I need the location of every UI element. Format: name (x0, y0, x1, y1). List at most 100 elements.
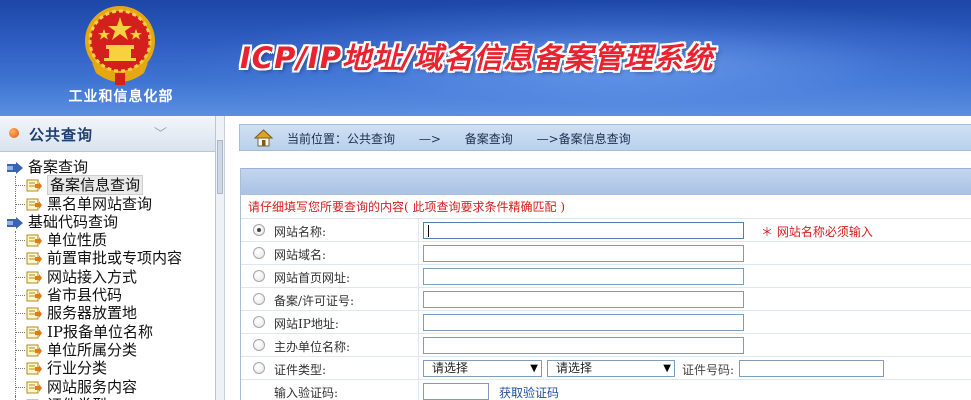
query-field-radio[interactable] (253, 339, 265, 351)
query-field-row: 网站名称: ＊ 网站名称必须输入 (241, 219, 971, 242)
tree-item-label: 网站服务内容 (47, 377, 138, 396)
document-arrow-icon (26, 179, 42, 192)
query-field-input[interactable] (423, 337, 744, 354)
tree-item-label: 备案查询 (28, 158, 89, 176)
breadcrumb-separator: —> (418, 132, 441, 146)
query-form: 网站名称: ＊ 网站名称必须输入 网站域名: 网站首页网址: 备案/许可证号: 网站IP地… (241, 219, 971, 357)
tree-item-label: 基础代码查询 (28, 212, 119, 231)
radio-cert-type[interactable] (253, 362, 265, 374)
tree-item-label: IP报备单位名称 (47, 322, 154, 341)
tree-line (15, 331, 25, 333)
query-field-radio[interactable] (253, 224, 265, 236)
tree-line (15, 386, 25, 388)
captcha-label-cell: 输入验证码: (241, 380, 419, 400)
panel-title-bar (241, 168, 971, 195)
tree-item-label: 服务器放置地 (47, 304, 138, 323)
document-arrow-icon (26, 326, 42, 339)
query-field-row: 网站域名: (241, 242, 971, 265)
tree-item[interactable]: 网站接入方式 (0, 267, 216, 286)
tree-item[interactable]: 黑名单网站查询 (0, 194, 216, 213)
cert-type-label-cell: 证件类型: (241, 357, 419, 380)
query-field-radio[interactable] (253, 247, 265, 259)
breadcrumb-prefix: 当前位置：公共查询 (287, 132, 396, 146)
query-field-radio[interactable] (253, 293, 265, 305)
query-notice: 请仔细填写您所要查询的内容( 此项查询要求条件精确匹配 ) (241, 195, 971, 219)
tree-item[interactable]: 证件类型 (0, 395, 216, 400)
tree-item-label: 证件类型 (47, 396, 107, 400)
cert-category-value: 请选择 (432, 361, 469, 375)
get-captcha-link[interactable]: 获取验证码 (499, 384, 559, 400)
tree-item[interactable]: 行业分类 (0, 359, 216, 378)
query-field-radio[interactable] (253, 270, 265, 282)
document-arrow-icon (26, 234, 42, 247)
cert-number-input[interactable] (739, 360, 884, 377)
tree-line (15, 313, 25, 315)
document-arrow-icon (26, 271, 42, 284)
query-field-radio[interactable] (253, 316, 265, 328)
text-cursor (428, 225, 429, 237)
tree-line (15, 185, 25, 187)
cert-type-row: 证件类型: 请选择 ▼ 请选择 ▼ 证件号码: (241, 357, 971, 380)
field-label-cell: 网站域名: (241, 242, 419, 265)
tree-line (15, 276, 25, 278)
tree-group[interactable]: 基础代码查询 (0, 213, 216, 231)
query-field-input[interactable] (423, 291, 744, 308)
tree-item[interactable]: IP报备单位名称 (0, 322, 216, 341)
home-icon[interactable] (254, 129, 273, 147)
query-panel: 请仔细填写您所要查询的内容( 此项查询要求条件精确匹配 ) 网站名称: ＊ 网站名… (240, 168, 971, 400)
splitter-grip-handle[interactable] (217, 140, 223, 194)
tree-item[interactable]: 单位所属分类 (0, 340, 216, 359)
tree-line (15, 295, 25, 297)
sidebar-splitter[interactable] (216, 116, 225, 400)
tree-item[interactable]: 网站服务内容 (0, 377, 216, 396)
query-field-input[interactable] (423, 268, 744, 285)
document-arrow-icon (26, 307, 42, 320)
field-label-cell: 备案/许可证号: (241, 288, 419, 311)
breadcrumb-item-current: —>备案信息查询 (536, 132, 631, 146)
tree-line (15, 395, 25, 400)
field-required-hint: ＊ 网站名称必须输入 (761, 225, 873, 239)
tree-item[interactable]: 备案信息查询 (0, 175, 216, 196)
tree-item-label: 省市县代码 (47, 286, 123, 305)
query-field-row: 网站首页网址: (241, 265, 971, 288)
tree-item-label: 黑名单网站查询 (47, 194, 153, 213)
tree-item-label: 前置审批或专项内容 (47, 249, 183, 268)
cert-number-label: 证件号码: (682, 363, 735, 377)
document-arrow-icon (26, 381, 42, 394)
captcha-input[interactable] (423, 383, 489, 400)
national-emblem-icon (85, 6, 155, 85)
document-arrow-icon (26, 362, 42, 375)
tree-group[interactable]: 备案查询 (0, 158, 216, 176)
field-label: 网站IP地址: (274, 317, 339, 331)
tree-item-label: 网站接入方式 (47, 267, 138, 286)
tree-item[interactable]: 服务器放置地 (0, 304, 216, 323)
folder-arrow-icon (7, 162, 23, 174)
document-arrow-icon (26, 252, 42, 265)
tree-item[interactable]: 单位性质 (0, 231, 216, 250)
tree-item-label: 行业分类 (47, 359, 108, 378)
tree-line (15, 240, 25, 242)
query-field-input[interactable] (423, 314, 744, 331)
collapse-chevron-icon[interactable]: ﹀ (154, 123, 167, 142)
field-label: 网站首页网址: (274, 271, 351, 285)
tree-line (15, 203, 25, 205)
captcha-label: 输入验证码: (274, 386, 339, 400)
breadcrumb: 当前位置：公共查询 —> 备案查询 —>备案信息查询 (239, 124, 971, 151)
query-field-input[interactable] (423, 222, 744, 239)
tree-line (15, 368, 25, 370)
tree-item[interactable]: 前置审批或专项内容 (0, 249, 216, 268)
cert-type-label: 证件类型: (274, 363, 327, 377)
breadcrumb-item-query[interactable]: 备案查询 (465, 132, 513, 146)
query-field-input[interactable] (423, 245, 744, 262)
tree-line (15, 258, 25, 260)
tree-line (15, 349, 25, 351)
tree-item-label: 单位性质 (47, 231, 108, 250)
tree-item[interactable]: 省市县代码 (0, 286, 216, 305)
tree-item-label: 备案信息查询 (47, 175, 144, 196)
sidebar-header[interactable]: 公共查询 ﹀ (0, 116, 215, 152)
cert-category-select[interactable]: 请选择 ▼ (423, 360, 542, 377)
sidebar: 公共查询 ﹀ 备案查询 备案信息查询 黑名单网站查询 基础代码查询 单位性质 前置审批或专… (0, 116, 216, 400)
nav-tree: 备案查询 备案信息查询 黑名单网站查询 基础代码查询 单位性质 前置审批或专项内容 网站接入… (0, 158, 216, 400)
cert-type-select[interactable]: 请选择 ▼ (547, 360, 675, 377)
field-label-cell: 网站IP地址: (241, 311, 419, 334)
